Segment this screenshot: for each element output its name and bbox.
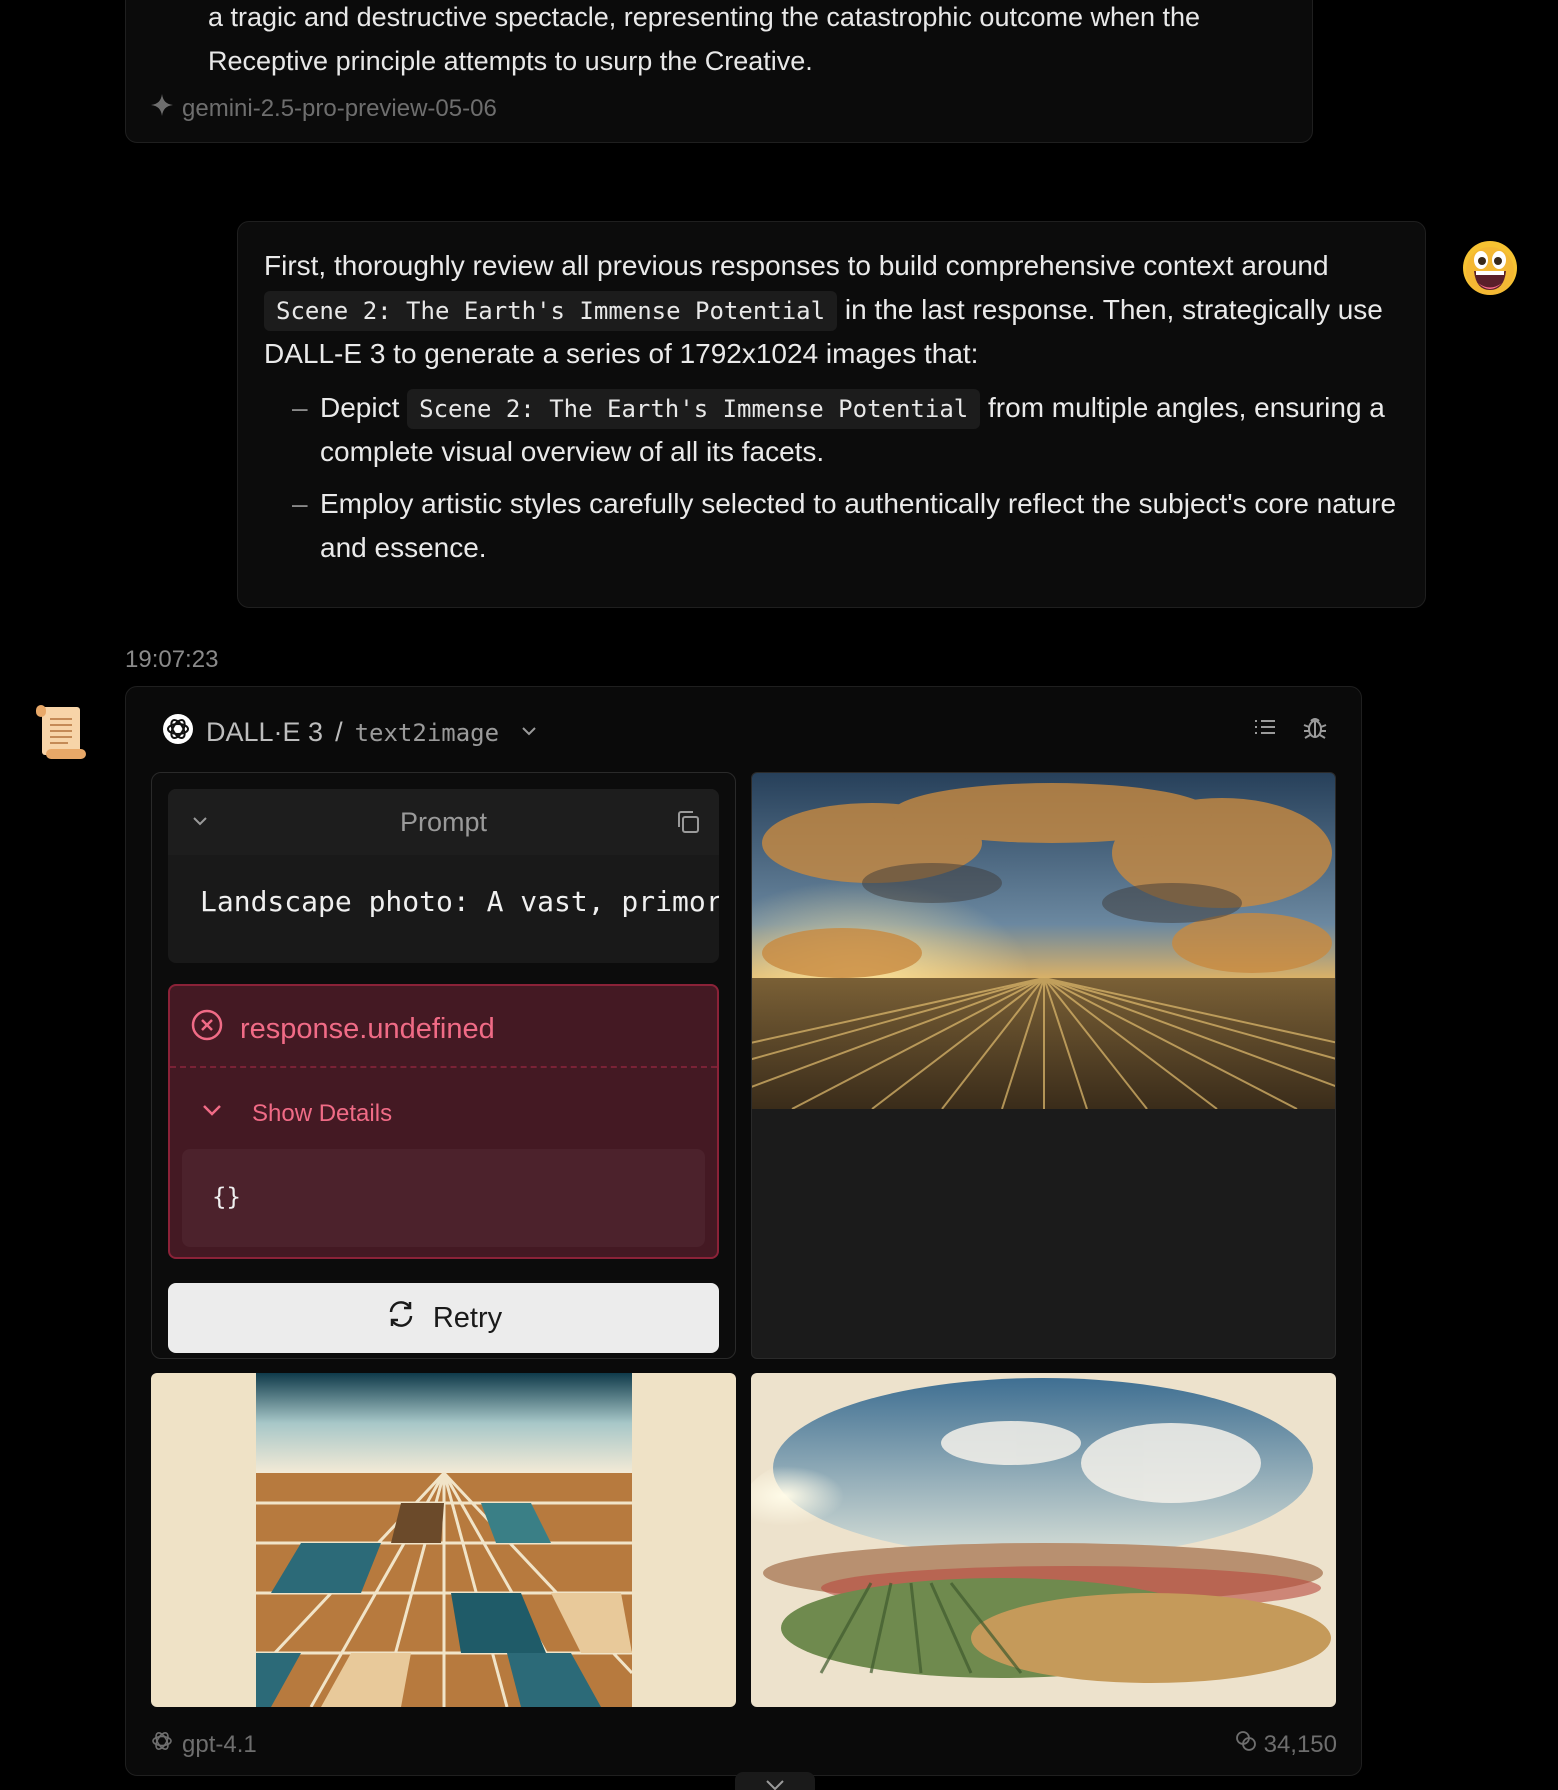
chevron-down-icon (200, 1098, 224, 1129)
generated-image[interactable] (751, 772, 1336, 1359)
sparkle-icon (150, 93, 174, 124)
prompt-label: Prompt (399, 806, 488, 837)
message-timestamp: 19:07:23 (125, 646, 219, 673)
user-avatar-emoji-icon[interactable] (1462, 240, 1518, 296)
chevron-down-icon[interactable] (188, 809, 212, 840)
chevron-down-icon (764, 1778, 786, 1790)
openai-logo-icon (150, 1729, 174, 1760)
user-message: First, thoroughly review all previous re… (237, 221, 1426, 608)
plugin-name: DALL·E 3 (206, 717, 324, 747)
inline-code: Scene 2: The Earth's Immense Potential (264, 291, 838, 331)
previous-message-footer: gemini-2.5-pro-preview-05-06 (150, 93, 497, 124)
prompt-box: Prompt Landscape photo: A vast, primordi… (168, 789, 719, 963)
list-item: Depict Scene 2: The Earth's Immense Pote… (264, 386, 1399, 474)
assistant-footer: gpt-4.1 (150, 1729, 257, 1760)
assistant-message: DALL·E 3 / text2image Prompt Landscape p… (125, 686, 1362, 1776)
plugin-separator: / (335, 717, 343, 747)
user-list: Depict Scene 2: The Earth's Immense Pote… (264, 386, 1399, 570)
scroll-to-bottom-button[interactable] (735, 1772, 815, 1790)
copy-icon[interactable] (673, 807, 703, 844)
previous-message-text: a tragic and destructive spectacle, repr… (208, 2, 1201, 76)
generated-image[interactable] (751, 1373, 1336, 1707)
inline-code: Scene 2: The Earth's Immense Potential (407, 389, 981, 429)
chevron-down-icon[interactable] (519, 717, 539, 748)
prompt-header[interactable]: Prompt (168, 789, 719, 855)
prompt-text[interactable]: Landscape photo: A vast, primordial (168, 855, 719, 948)
error-divider (170, 1066, 717, 1068)
token-icon (1234, 1729, 1258, 1760)
show-details-toggle[interactable]: Show Details (200, 1098, 392, 1129)
error-circle-x-icon (190, 1008, 224, 1050)
header-actions (1251, 713, 1329, 746)
plugin-header[interactable]: DALL·E 3 / text2image (162, 713, 539, 752)
list-item: Employ artistic styles carefully selecte… (264, 482, 1399, 570)
bug-icon[interactable] (1301, 713, 1329, 746)
retry-button[interactable]: Retry (168, 1283, 719, 1353)
error-box: response.undefined Show Details {} (168, 984, 719, 1259)
scroll-avatar-icon[interactable] (32, 703, 88, 761)
generated-image[interactable] (151, 1373, 736, 1707)
prompt-panel: Prompt Landscape photo: A vast, primordi… (151, 772, 736, 1359)
openai-logo-icon (162, 713, 194, 752)
refresh-icon (385, 1298, 417, 1338)
list-icon[interactable] (1251, 713, 1279, 746)
token-count: 34,150 (1234, 1729, 1337, 1760)
previous-assistant-message: a tragic and destructive spectacle, repr… (125, 0, 1313, 143)
error-detail: {} (182, 1149, 705, 1247)
previous-model-name: gemini-2.5-pro-preview-05-06 (182, 94, 497, 122)
user-paragraph: First, thoroughly review all previous re… (264, 250, 1383, 369)
error-title: response.undefined (190, 1008, 495, 1050)
model-name: gpt-4.1 (182, 1730, 257, 1758)
plugin-api: text2image (354, 718, 500, 747)
